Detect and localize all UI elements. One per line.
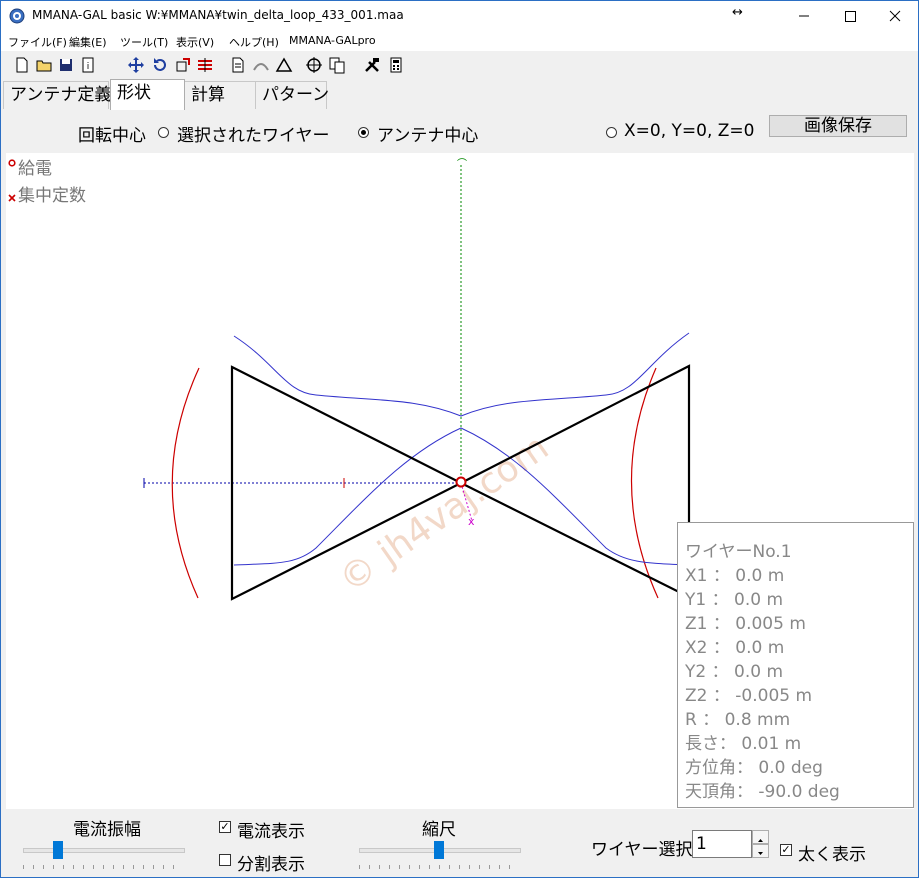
move-icon[interactable] [127,56,145,74]
bold-display-checkbox[interactable]: ✓ [780,844,792,856]
wire-info-radius: R ： 0.8 mm [685,710,791,730]
save-icon[interactable] [57,56,75,74]
maximize-icon [845,11,856,22]
current-amplitude-label: 電流振幅 [73,820,141,840]
wire-info-z1: Z1 ： 0.005 m [685,614,806,634]
document-icon[interactable] [229,56,247,74]
radio-antenna-center[interactable] [358,127,369,138]
rotate-icon[interactable] [151,56,169,74]
radio-selected-wire[interactable] [158,127,169,138]
feed-point-icon[interactable] [455,476,467,488]
current-amplitude-ticks [23,865,183,869]
wire-info-length: 長さ： 0.01 m [685,734,802,754]
menu-mmana-galpro[interactable]: MMANA-GALpro [289,34,376,47]
copy-icon[interactable] [328,56,346,74]
svg-text:i: i [87,62,90,72]
radio-selected-wire-label[interactable]: 選択されたワイヤー [177,121,330,146]
tab-geometry[interactable]: 形状 [110,79,185,110]
menu-view[interactable]: 表示(V) [176,34,214,50]
scale-label: 縮尺 [422,820,456,840]
wire-select-label: ワイヤー選択 [591,840,693,860]
title-bar[interactable]: MMANA-GAL basic W:¥MMANA¥twin_delta_loop… [1,1,918,31]
show-current-checkbox[interactable]: ✓ [219,821,231,833]
wire-info-title: ワイヤーNo.1 [685,542,792,562]
new-file-icon[interactable] [13,56,31,74]
wire-info-y2: Y2 ： 0.0 m [685,662,784,682]
current-amplitude-thumb[interactable] [53,841,63,859]
info-icon[interactable]: i [79,56,97,74]
toolbar: i [1,52,918,78]
tab-antenna-definition[interactable]: アンテナ定義 [3,81,111,109]
app-icon[interactable] [9,8,25,24]
radio-origin-label[interactable]: X=0, Y=0, Z=0 [624,121,754,141]
calculator-icon[interactable] [387,56,405,74]
save-image-button[interactable]: 画像保存 [769,115,907,137]
menu-help[interactable]: ヘルプ(H) [229,34,279,50]
radio-antenna-center-label[interactable]: アンテナ中心 [377,121,478,146]
open-folder-icon[interactable] [35,56,53,74]
segment-icon[interactable] [196,56,214,74]
bottom-controls: 電流振幅 ✓ 電流表示 分割表示 縮尺 ワイヤー選択 1 ✓ 太く表示 [1,809,918,877]
rotation-center-label: 回転中心 [78,126,146,146]
minimize-button[interactable] [781,1,827,31]
wire-select-up-button[interactable] [752,830,769,844]
triangle-icon[interactable] [275,56,293,74]
maximize-button[interactable] [827,1,873,31]
menu-bar: ファイル(F) 編集(E) ツール(T) 表示(V) ヘルプ(H) MMANA-… [1,31,918,51]
y-axis-marker: x [468,515,475,528]
menu-tools[interactable]: ツール(T) [120,34,168,50]
wire-info-zenith: 天頂角： -90.0 deg [685,782,840,802]
zoom-area-icon[interactable] [174,56,192,74]
wire-info-x1: X1 ： 0.0 m [685,566,785,586]
radio-origin-label-clip: X=0, Y=0, Z=0 [624,121,759,145]
show-segments-label[interactable]: 分割表示 [237,850,305,875]
wire-select-down-button[interactable] [752,844,769,858]
wire-info-panel: ワイヤーNo.1 X1 ： 0.0 m Y1 ： 0.0 m Z1 ： 0.00… [677,522,914,808]
window-title: MMANA-GAL basic W:¥MMANA¥twin_delta_loop… [32,8,404,22]
z-axis-tick: ⌒ [457,158,467,170]
tab-strip: アンテナ定義 形状 計算 パターン [1,79,918,110]
menu-edit[interactable]: 編集(E) [69,34,107,50]
close-button[interactable] [872,1,918,31]
wire-info-y1: Y1 ： 0.0 m [685,590,784,610]
scale-ticks [359,865,519,869]
rotation-options: 回転中心 選択されたワイヤー アンテナ中心 X=0, Y=0, Z=0 画像保存 [6,111,914,153]
app-window: MMANA-GAL basic W:¥MMANA¥twin_delta_loop… [0,0,919,878]
wire-info-x2: X2 ： 0.0 m [685,638,785,658]
wire-info-z2: Z2 ： -0.005 m [685,686,813,706]
current-amplitude-track[interactable] [23,848,185,853]
tools-icon[interactable] [363,56,381,74]
tab-pattern[interactable]: パターン [255,81,329,109]
show-current-label[interactable]: 電流表示 [237,817,305,842]
geometry-canvas[interactable]: 給電 集中定数 © jh4vaj.com ⌒ x ワイヤーNo.1 X1 ： 0… [6,153,914,809]
antenna-icon[interactable] [252,56,270,74]
close-icon [889,10,901,22]
wire-info-azimuth: 方位角： 0.0 deg [685,758,823,778]
show-segments-checkbox[interactable] [219,854,231,866]
scale-thumb[interactable] [434,841,444,859]
bold-display-label[interactable]: 太く表示 [798,840,866,865]
tab-calculate[interactable]: 計算 [184,81,256,109]
radio-origin[interactable] [606,127,617,138]
chevron-down-icon [758,852,763,855]
menu-file[interactable]: ファイル(F) [8,34,67,50]
target-icon[interactable] [305,56,323,74]
wire-select-input[interactable]: 1 [692,830,752,858]
resize-arrows-icon: ↔ [732,5,743,20]
minimize-icon [799,15,809,17]
